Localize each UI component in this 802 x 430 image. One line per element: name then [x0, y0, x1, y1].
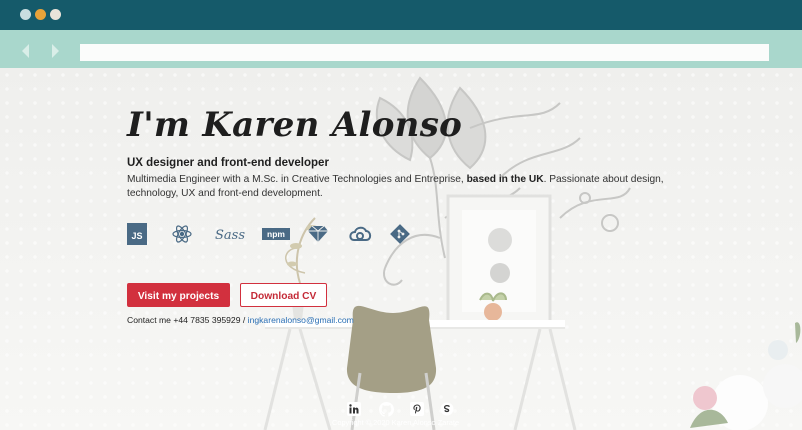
github-icon[interactable] — [378, 401, 394, 417]
browser-titlebar — [0, 0, 802, 30]
javascript-icon: JS — [127, 222, 147, 246]
window-maximize-dot[interactable] — [50, 9, 61, 20]
sketch-icon — [308, 222, 328, 246]
npm-icon: npm — [262, 222, 290, 246]
forward-arrow-icon[interactable] — [52, 44, 59, 58]
contact-separator: / — [240, 315, 248, 325]
svg-text:Sass: Sass — [215, 228, 245, 243]
git-icon — [390, 222, 410, 246]
flowers-illustration — [690, 322, 802, 430]
react-icon — [172, 222, 192, 246]
creative-cloud-icon — [348, 222, 372, 246]
contact-email-link[interactable]: ingkarenalonso@gmail.com — [248, 315, 354, 325]
download-cv-button[interactable]: Download CV — [240, 283, 327, 307]
linkedin-icon[interactable] — [346, 401, 362, 417]
address-bar[interactable] — [80, 44, 769, 61]
back-arrow-icon[interactable] — [22, 44, 29, 58]
skype-icon[interactable] — [439, 401, 455, 417]
sass-icon: Sass — [215, 222, 245, 246]
svg-text:npm: npm — [267, 229, 285, 239]
bio-location: based in the UK — [466, 174, 544, 185]
visit-projects-button[interactable]: Visit my projects — [127, 283, 230, 307]
contact-phone: +44 7835 395929 — [173, 315, 241, 325]
window-minimize-dot[interactable] — [35, 9, 46, 20]
svg-text:JS: JS — [131, 231, 142, 241]
copyright-text: Copyright © 2020 Karen Alonso Zarate — [332, 418, 460, 427]
pinterest-icon[interactable] — [409, 401, 425, 417]
bio-text: Multimedia Engineer with a M.Sc. in Crea… — [127, 174, 467, 185]
window-close-dot[interactable] — [20, 9, 31, 20]
contact-line: Contact me +44 7835 395929 / ingkarenalo… — [127, 314, 354, 326]
contact-label: Contact me — [127, 315, 171, 325]
hero-headline: I'm Karen Alonso — [127, 105, 463, 145]
hero-subtitle: UX designer and front-end developer — [127, 157, 329, 169]
hero-bio: Multimedia Engineer with a M.Sc. in Crea… — [127, 173, 667, 201]
